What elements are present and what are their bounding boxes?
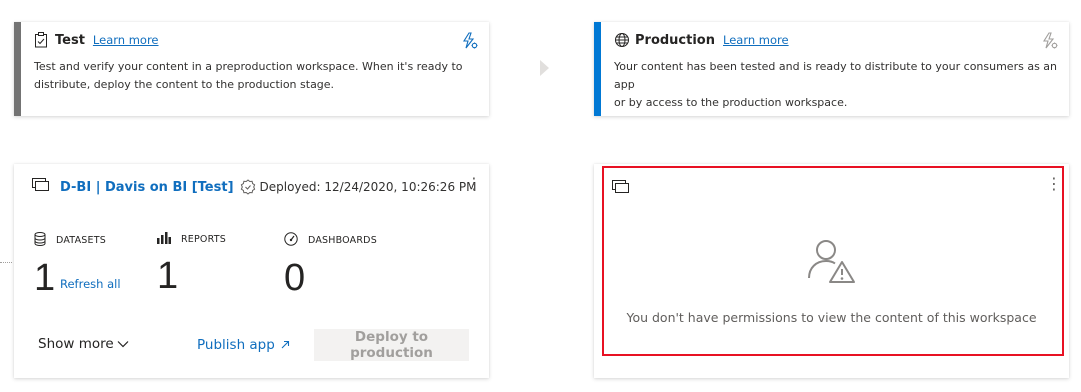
stage-arrow-icon — [540, 60, 549, 76]
production-desc-line-2: or by access to the production workspace… — [614, 96, 848, 109]
production-stage-card: Production Learn more Your content has b… — [594, 22, 1069, 116]
test-learn-more-link[interactable]: Learn more — [93, 33, 159, 47]
test-workspace-name-link[interactable]: D-BI | Davis on BI [Test] — [60, 180, 234, 195]
external-link-icon — [280, 340, 290, 350]
production-stage-description: Your content has been tested and is read… — [614, 58, 1057, 112]
clipboard-check-icon — [34, 32, 50, 48]
deployment-rules-icon[interactable] — [461, 32, 479, 50]
certified-icon — [240, 179, 256, 195]
metric-dashboards: DASHBOARDS 0 — [284, 232, 377, 300]
test-stage-description: Test and verify your content in a prepro… — [34, 58, 477, 94]
test-stage-card: Test Learn more Test and verify your con… — [14, 22, 489, 116]
test-desc-line-1: Test and verify your content in a prepro… — [34, 60, 463, 73]
test-workspace-header: D-BI | Davis on BI [Test] Deployed: 12/2… — [32, 178, 476, 196]
test-stage-bar — [14, 22, 21, 116]
production-stage-header: Production Learn more — [614, 30, 1057, 50]
test-stage-header: Test Learn more — [34, 30, 477, 50]
show-more-label: Show more — [38, 336, 114, 352]
production-stage-bar — [594, 22, 601, 116]
metric-value-reports: 1 — [157, 255, 179, 297]
workspace-icon — [32, 178, 50, 196]
test-workspace-more-options-icon[interactable]: ⋮ — [466, 176, 482, 192]
highlight-box — [602, 166, 1064, 356]
refresh-all-link[interactable]: Refresh all — [60, 277, 121, 291]
database-icon — [34, 232, 56, 249]
deploy-to-production-button[interactable]: Deploy to production — [314, 329, 469, 361]
metric-reports: REPORTS 1 — [157, 232, 226, 298]
connector-line — [0, 262, 12, 263]
metric-label-dashboards: DASHBOARDS — [308, 235, 377, 246]
deployed-timestamp: Deployed: 12/24/2020, 10:26:26 PM — [259, 180, 477, 194]
test-workspace-card: D-BI | Davis on BI [Test] Deployed: 12/2… — [14, 164, 489, 378]
chevron-down-icon — [117, 340, 129, 348]
globe-icon — [614, 32, 630, 48]
metric-value-dashboards: 0 — [284, 257, 306, 299]
show-more-button[interactable]: Show more — [38, 336, 129, 352]
test-desc-line-2: distribute, deploy the content to the pr… — [34, 78, 335, 91]
metric-label-datasets: DATASETS — [56, 235, 106, 246]
publish-app-label: Publish app — [197, 337, 275, 353]
production-stage-title: Production — [635, 32, 715, 48]
test-stage-title: Test — [55, 32, 85, 48]
production-learn-more-link[interactable]: Learn more — [723, 33, 789, 47]
publish-app-link[interactable]: Publish app — [197, 337, 290, 353]
deployment-rules-disabled-icon — [1041, 32, 1059, 50]
bar-chart-icon — [157, 232, 181, 247]
gauge-icon — [284, 232, 308, 249]
metric-label-reports: REPORTS — [181, 234, 226, 245]
production-desc-line-1: Your content has been tested and is read… — [614, 60, 1058, 91]
